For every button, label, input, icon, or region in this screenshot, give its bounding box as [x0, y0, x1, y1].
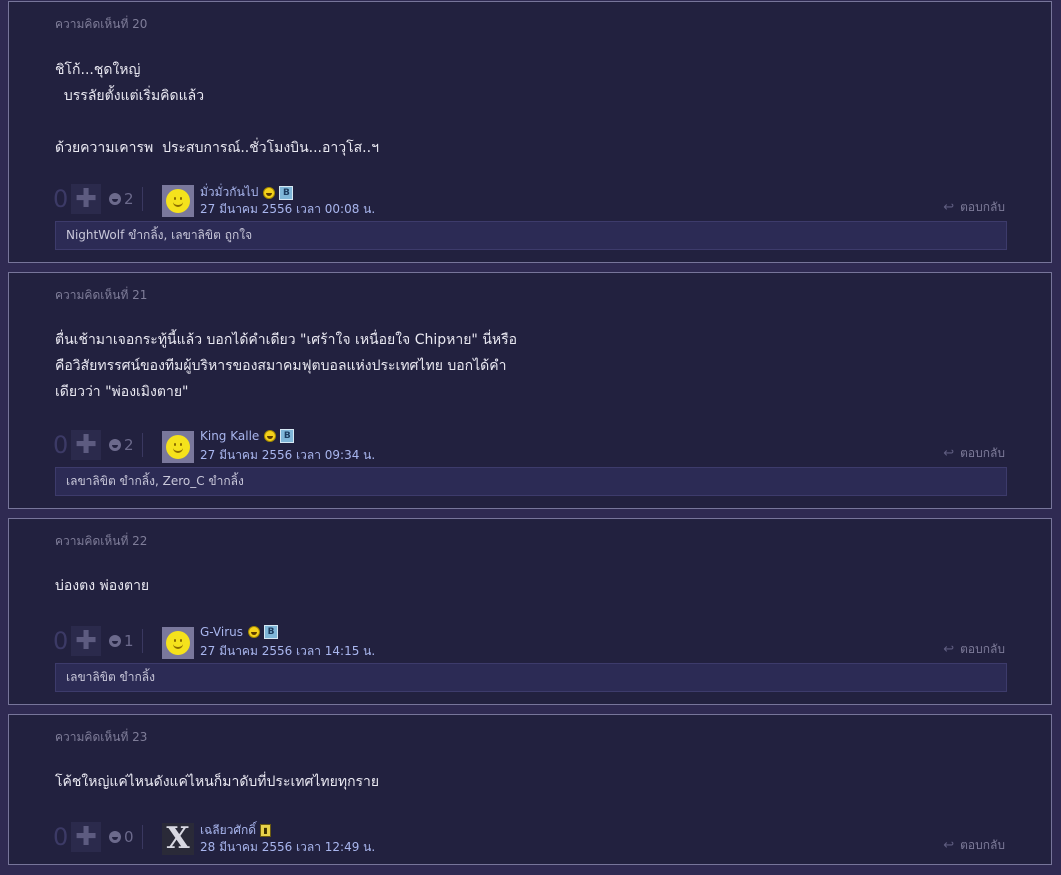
- emotion-icon: [109, 635, 121, 647]
- x-avatar-icon: X: [166, 821, 190, 856]
- emotion-count: 2: [124, 436, 134, 454]
- comment-body: ชิโก้...ชุดใหญ่ บรรลัยตั้งแต่เริ่มคิดแล้…: [55, 62, 379, 156]
- divider: [141, 433, 143, 457]
- emotion-icon: [109, 193, 121, 205]
- member-smiley-icon: [264, 430, 277, 442]
- vote-row: 0 ✚ 0: [53, 822, 143, 852]
- emotion-button[interactable]: 2: [109, 436, 134, 454]
- reply-label: ตอบกลับ: [960, 200, 1005, 214]
- emotion-count: 1: [124, 632, 134, 650]
- reply-label: ตอบกลับ: [960, 838, 1005, 852]
- plus-vote-button[interactable]: ✚: [71, 822, 101, 852]
- member-smiley-icon: [248, 626, 260, 638]
- comment-date: 28 มีนาคม 2556 เวลา 12:49 น.: [200, 840, 376, 854]
- emotion-button[interactable]: 1: [109, 632, 134, 650]
- reactions-text: NightWolf ขำกลิ้ง, เลขาลิขิต ถูกใจ: [66, 228, 253, 242]
- emotion-button[interactable]: 2: [109, 190, 134, 208]
- plus-vote-button[interactable]: ✚: [71, 430, 101, 460]
- reply-icon: ↩: [943, 642, 955, 657]
- author-link[interactable]: King Kalle: [200, 429, 259, 443]
- comment-title: ความคิดเห็นที่ 20: [55, 17, 148, 31]
- reply-icon: ↩: [943, 446, 955, 461]
- reactions-bar: NightWolf ขำกลิ้ง, เลขาลิขิต ถูกใจ: [55, 221, 1007, 250]
- avatar[interactable]: [162, 627, 194, 659]
- comment-title: ความคิดเห็นที่ 22: [55, 534, 148, 548]
- reply-label: ตอบกลับ: [960, 642, 1005, 656]
- comment-body: บ่องตง พ่องตาย: [55, 578, 150, 594]
- divider: [141, 825, 143, 849]
- avatar[interactable]: X: [162, 823, 194, 855]
- plus-vote-button[interactable]: ✚: [71, 626, 101, 656]
- reactions-text: เลขาลิขิต ขำกลิ้ง: [66, 670, 155, 684]
- reply-button[interactable]: ↩ ตอบกลับ: [943, 836, 1005, 855]
- reply-button[interactable]: ↩ ตอบกลับ: [943, 198, 1005, 217]
- reply-button[interactable]: ↩ ตอบกลับ: [943, 640, 1005, 659]
- smiley-avatar-icon: [166, 189, 190, 213]
- comment-21: ความคิดเห็นที่ 21 ตื่นเช้ามาเจอกระทู้นี้…: [8, 272, 1052, 509]
- vote-row: 0 ✚ 2: [53, 430, 143, 460]
- plus-vote-button[interactable]: ✚: [71, 184, 101, 214]
- author-line: G-Virus B: [200, 625, 278, 639]
- emotion-icon: [109, 439, 121, 451]
- reply-label: ตอบกลับ: [960, 446, 1005, 460]
- avatar[interactable]: [162, 185, 194, 217]
- badge-b-icon: B: [264, 625, 278, 639]
- comment-date: 27 มีนาคม 2556 เวลา 14:15 น.: [200, 644, 376, 658]
- emotion-button[interactable]: 0: [109, 828, 134, 846]
- comment-title: ความคิดเห็นที่ 23: [55, 730, 148, 744]
- comment-date: 27 มีนาคม 2556 เวลา 00:08 น.: [200, 202, 376, 216]
- vote-score: 0: [53, 627, 69, 655]
- comment-date: 27 มีนาคม 2556 เวลา 09:34 น.: [200, 448, 376, 462]
- vote-score: 0: [53, 823, 69, 851]
- comment-title: ความคิดเห็นที่ 21: [55, 288, 148, 302]
- author-line: King Kalle B: [200, 429, 295, 443]
- avatar[interactable]: [162, 431, 194, 463]
- reactions-text: เลขาลิขิต ขำกลิ้ง, Zero_C ขำกลิ้ง: [66, 474, 244, 488]
- author-link[interactable]: G-Virus: [200, 625, 243, 639]
- badge-b-icon: B: [279, 185, 294, 200]
- vote-score: 0: [53, 185, 69, 213]
- member-smiley-icon: [263, 186, 276, 199]
- smiley-avatar-icon: [166, 435, 190, 459]
- reactions-bar: เลขาลิขิต ขำกลิ้ง: [55, 663, 1007, 692]
- reply-icon: ↩: [943, 838, 955, 853]
- divider: [141, 187, 143, 211]
- vote-row: 0 ✚ 1: [53, 626, 143, 656]
- smiley-avatar-icon: [166, 631, 190, 655]
- comment-body: โค้ชใหญ่แค่ไหนดังแค่ไหนก็มาดับที่ประเทศไ…: [55, 774, 380, 790]
- emotion-count: 2: [124, 190, 134, 208]
- mobile-badge-icon: ▮: [260, 824, 272, 837]
- comment-body: ตื่นเช้ามาเจอกระทู้นี้แล้ว บอกได้คำเดียว…: [55, 332, 518, 400]
- comment-22: ความคิดเห็นที่ 22 บ่องตง พ่องตาย 0 ✚ 1 G…: [8, 518, 1052, 705]
- badge-b-icon: B: [280, 429, 295, 443]
- reply-button[interactable]: ↩ ตอบกลับ: [943, 444, 1005, 463]
- reply-icon: ↩: [943, 200, 955, 215]
- comment-20: ความคิดเห็นที่ 20 ชิโก้...ชุดใหญ่ บรรลัย…: [8, 1, 1052, 263]
- emotion-count: 0: [124, 828, 134, 846]
- vote-score: 0: [53, 431, 69, 459]
- comment-23: ความคิดเห็นที่ 23 โค้ชใหญ่แค่ไหนดังแค่ไห…: [8, 714, 1052, 865]
- reactions-bar: เลขาลิขิต ขำกลิ้ง, Zero_C ขำกลิ้ง: [55, 467, 1007, 496]
- divider: [141, 629, 143, 653]
- emotion-icon: [109, 831, 121, 843]
- vote-row: 0 ✚ 2: [53, 184, 143, 214]
